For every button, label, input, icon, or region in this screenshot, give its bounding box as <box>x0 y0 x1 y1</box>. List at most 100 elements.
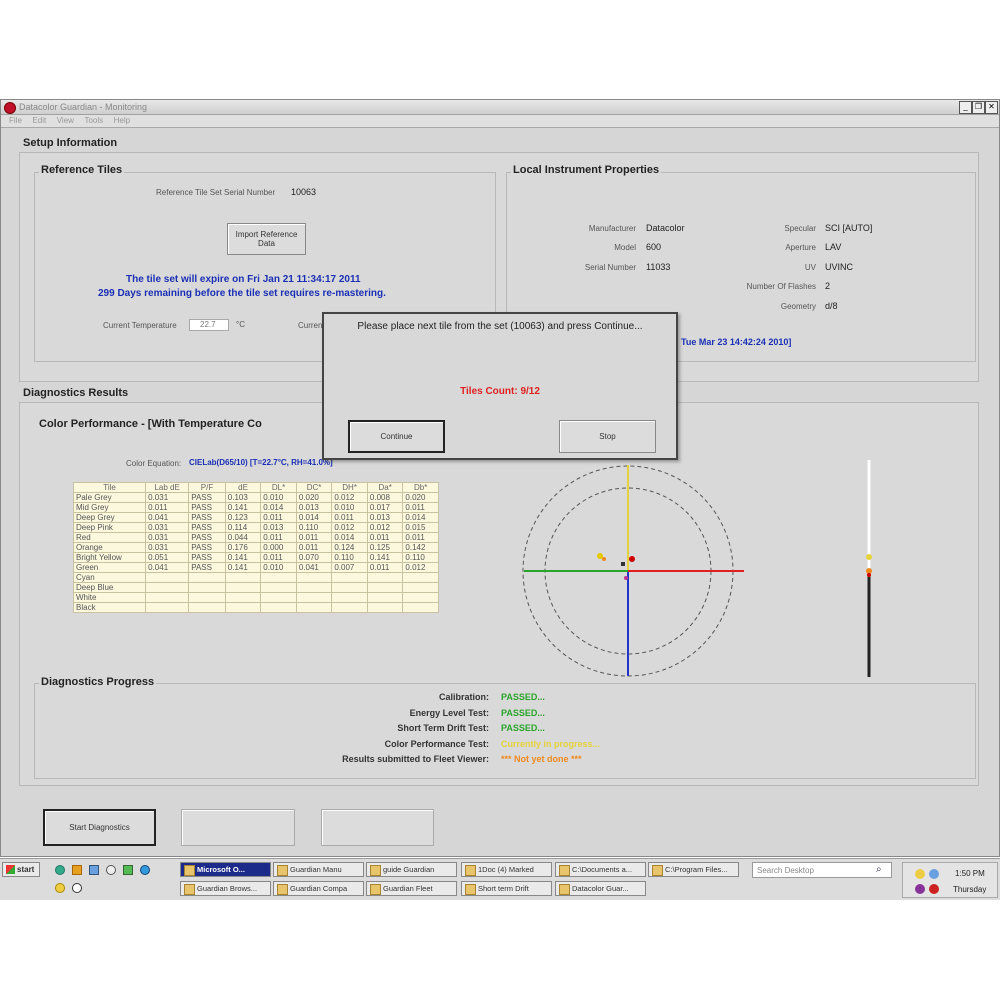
close-button[interactable]: ✕ <box>985 101 998 114</box>
menu-edit[interactable]: Edit <box>32 116 46 125</box>
disabled-button-3[interactable] <box>321 809 434 846</box>
window-icon <box>184 884 195 895</box>
progress-heading: Diagnostics Progress <box>39 676 157 688</box>
menu-file[interactable]: File <box>9 116 22 125</box>
progress-status: *** Not yet done *** <box>501 754 582 764</box>
tray-icon-3[interactable] <box>915 884 925 894</box>
table-row[interactable]: Deep Pink 0.031 PASS 0.114 0.013 0.110 0.012 0.… <box>72 522 439 533</box>
column-header[interactable]: DC* <box>295 482 333 493</box>
show-desktop-icon[interactable] <box>55 883 65 893</box>
taskbar-window-button[interactable]: Guardian Manu <box>273 862 364 877</box>
tray-icon-4[interactable] <box>929 884 939 894</box>
progress-label: Short Term Drift Test: <box>397 723 489 733</box>
minimize-button[interactable]: _ <box>959 101 972 114</box>
start-label: start <box>17 865 35 874</box>
search-icon[interactable]: ⌕ <box>876 864 882 875</box>
tiles-count: Tiles Count: 9/12 <box>460 386 540 397</box>
stop-button[interactable]: Stop <box>559 420 656 453</box>
table-cell <box>295 592 333 603</box>
table-row[interactable]: White <box>72 592 439 603</box>
table-cell: Deep Blue <box>72 582 147 593</box>
table-cell: Red <box>72 532 147 543</box>
table-row[interactable]: Orange 0.031 PASS 0.176 0.000 0.011 0.124 0.125… <box>72 542 439 553</box>
taskbar-window-button[interactable]: Guardian Fleet <box>366 881 457 896</box>
column-header[interactable]: Db* <box>402 482 439 493</box>
progress-status: Currently in progress... <box>501 738 601 749</box>
table-row[interactable]: Green 0.041 PASS 0.141 0.010 0.041 0.007 0.011 0… <box>72 562 439 573</box>
ie-icon[interactable] <box>89 865 99 875</box>
taskbar: start Search Desktop ⌕ 1:50 PM Thursday … <box>0 858 1000 900</box>
table-cell <box>260 582 297 593</box>
table-row[interactable]: Cyan <box>72 572 439 583</box>
table-cell: 0.041 <box>145 562 190 573</box>
taskbar-window-button[interactable]: Guardian Compa <box>273 881 364 896</box>
table-cell: 0.011 <box>295 542 333 553</box>
continue-button[interactable]: Continue <box>348 420 445 453</box>
taskbar-window-button[interactable]: Microsoft O... <box>180 862 271 877</box>
color-plot <box>522 465 744 677</box>
column-header[interactable]: dE <box>224 482 262 493</box>
tray-icon-1[interactable] <box>915 869 925 879</box>
taskbar-window-button[interactable]: 1Doc (4) Marked <box>461 862 552 877</box>
import-reference-button[interactable]: Import Reference Data <box>227 223 306 255</box>
progress-row: Short Term Drift Test: PASSED... <box>281 723 781 739</box>
media-icon[interactable] <box>123 865 133 875</box>
table-row[interactable]: Mid Grey 0.011 PASS 0.141 0.014 0.013 0.010 0.0… <box>72 502 439 513</box>
dialog-message: Please place next tile from the set (100… <box>357 321 643 332</box>
table-cell <box>366 602 404 613</box>
aperture-value: LAV <box>825 242 842 252</box>
start-diagnostics-button[interactable]: Start Diagnostics <box>43 809 156 846</box>
table-cell: 0.031 <box>145 532 190 543</box>
progress-row: Calibration: PASSED... <box>281 692 781 708</box>
menu-help[interactable]: Help <box>114 116 130 125</box>
table-cell: 0.010 <box>260 562 297 573</box>
table-row[interactable]: Bright Yellow 0.051 PASS 0.141 0.011 0.070 0.1… <box>72 552 439 563</box>
start-button[interactable]: start <box>2 862 40 877</box>
menu-view[interactable]: View <box>57 116 74 125</box>
table-row[interactable]: Red 0.031 PASS 0.044 0.011 0.011 0.014 0.011 0.0… <box>72 532 439 543</box>
table-cell: 0.007 <box>331 562 368 573</box>
taskbar-window-button[interactable]: C:\Program Files... <box>648 862 739 877</box>
table-cell <box>260 572 297 583</box>
table-row[interactable]: Deep Blue <box>72 582 439 593</box>
table-row[interactable]: Pale Grey 0.031 PASS 0.103 0.010 0.020 0.012 0.… <box>72 492 439 503</box>
quicklaunch-icon[interactable] <box>106 865 116 875</box>
window-title: Datacolor Guardian - Monitoring <box>19 102 148 112</box>
column-header[interactable]: Tile <box>72 482 147 493</box>
messenger-icon[interactable] <box>140 865 150 875</box>
column-header[interactable]: DH* <box>331 482 368 493</box>
taskbar-window-button[interactable]: guide Guardian <box>366 862 457 877</box>
temperature-field[interactable]: 22.7 <box>189 319 229 331</box>
disabled-button-2[interactable] <box>181 809 295 846</box>
flashes-label: Number Of Flashes <box>746 282 816 291</box>
taskbar-window-button[interactable]: Datacolor Guar... <box>555 881 646 896</box>
column-header[interactable]: Lab dE <box>145 482 190 493</box>
table-cell: 0.103 <box>224 492 262 503</box>
browser-icon[interactable] <box>55 865 65 875</box>
tray-icon-2[interactable] <box>929 869 939 879</box>
taskbar-window-button[interactable]: Short term Drift <box>461 881 552 896</box>
column-header[interactable]: Da* <box>366 482 404 493</box>
menu-tools[interactable]: Tools <box>84 116 103 125</box>
windows-logo-icon <box>6 865 15 874</box>
clock-icon[interactable] <box>72 883 82 893</box>
datacolor-logo-icon <box>4 102 16 114</box>
progress-row: Color Performance Test: Currently in prog… <box>281 739 781 755</box>
taskbar-window-button[interactable]: C:\Documents a... <box>555 862 646 877</box>
maximize-button[interactable]: ❐ <box>972 101 985 114</box>
table-cell <box>331 592 368 603</box>
column-header[interactable]: P/F <box>188 482 226 493</box>
desktop-search-input[interactable]: Search Desktop <box>752 862 892 878</box>
column-header[interactable]: DL* <box>260 482 297 493</box>
firefox-icon[interactable] <box>72 865 82 875</box>
taskbar-window-button[interactable]: Guardian Brows... <box>180 881 271 896</box>
table-cell <box>224 572 262 583</box>
app-window: Datacolor Guardian - Monitoring _ ❐ ✕ Fi… <box>0 99 1000 857</box>
table-row[interactable]: Black <box>72 602 439 613</box>
title-bar[interactable]: Datacolor Guardian - Monitoring _ ❐ ✕ <box>1 100 999 115</box>
table-row[interactable]: Deep Grey 0.041 PASS 0.123 0.011 0.014 0.011 0.… <box>72 512 439 523</box>
specular-value: SCI [AUTO] <box>825 223 873 233</box>
table-cell: 0.013 <box>295 502 333 513</box>
folder-icon <box>652 865 663 876</box>
table-cell <box>366 572 404 583</box>
